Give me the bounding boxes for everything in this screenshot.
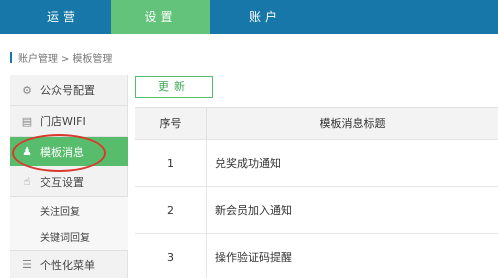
template-table: 序号 模板消息标题 1 兑奖成功通知 2 新会员加入通知 3 操作验证码提醒 [135, 107, 498, 278]
menu-icon: ☰ [22, 258, 32, 271]
user-icon: ♟ [22, 145, 32, 158]
breadcrumb-parent[interactable]: 账户管理 [18, 54, 58, 65]
column-header-title: 模板消息标题 [319, 117, 386, 130]
breadcrumb-current: 模板管理 [72, 54, 113, 65]
sidebar-item-label: 门店WIFI [40, 115, 86, 128]
sidebar-subitem-keyword-reply[interactable]: 关键词回复 [10, 223, 128, 250]
calendar-icon: ▤ [21, 114, 33, 128]
breadcrumb-marker [10, 52, 12, 63]
table-row[interactable]: 1 兑奖成功通知 [135, 140, 498, 187]
row-title: 兑奖成功通知 [215, 157, 281, 170]
row-seq: 2 [135, 187, 207, 234]
tab-operations[interactable]: 运营 [28, 0, 98, 34]
sidebar: ⚙ 公众号配置 ▤ 门店WIFI ♟ 模板消息 ☝ 交互设置 关注回复 关键词回… [10, 75, 128, 278]
top-nav: 运营 设置 账户 [0, 0, 498, 34]
sidebar-item-label: 交互设置 [40, 175, 84, 189]
sidebar-item-store-wifi[interactable]: ▤ 门店WIFI [10, 106, 128, 136]
row-title: 操作验证码提醒 [215, 251, 292, 264]
gear-icon: ⚙ [22, 83, 32, 97]
tab-account[interactable]: 账户 [220, 0, 310, 34]
tab-settings[interactable]: 设置 [111, 0, 210, 34]
column-header-seq: 序号 [135, 108, 207, 140]
sidebar-item-interaction-settings[interactable]: ☝ 交互设置 [10, 167, 128, 196]
table-header: 序号 模板消息标题 [135, 108, 498, 140]
row-title: 新会员加入通知 [215, 204, 292, 217]
sidebar-subitem-follow-reply[interactable]: 关注回复 [10, 197, 128, 223]
hand-icon: ☝ [23, 175, 31, 188]
table-row[interactable]: 3 操作验证码提醒 [135, 234, 498, 278]
sidebar-subitem-label: 关键词回复 [40, 233, 90, 244]
sidebar-item-template-message[interactable]: ♟ 模板消息 [10, 137, 128, 166]
table-row[interactable]: 2 新会员加入通知 [135, 187, 498, 234]
row-seq: 1 [135, 140, 207, 187]
row-seq: 3 [135, 234, 207, 278]
breadcrumb: 账户管理 > 模板管理 [10, 52, 112, 68]
sidebar-item-label: 模板消息 [40, 145, 84, 159]
sidebar-item-label: 公众号配置 [40, 84, 95, 97]
sidebar-item-account-config[interactable]: ⚙ 公众号配置 [10, 75, 128, 105]
sidebar-item-custom-menu[interactable]: ☰ 个性化菜单 [10, 251, 128, 278]
update-button[interactable]: 更新 [135, 76, 213, 98]
breadcrumb-separator: > [61, 54, 70, 65]
sidebar-item-label: 个性化菜单 [40, 258, 95, 272]
sidebar-subitem-label: 关注回复 [40, 206, 80, 218]
